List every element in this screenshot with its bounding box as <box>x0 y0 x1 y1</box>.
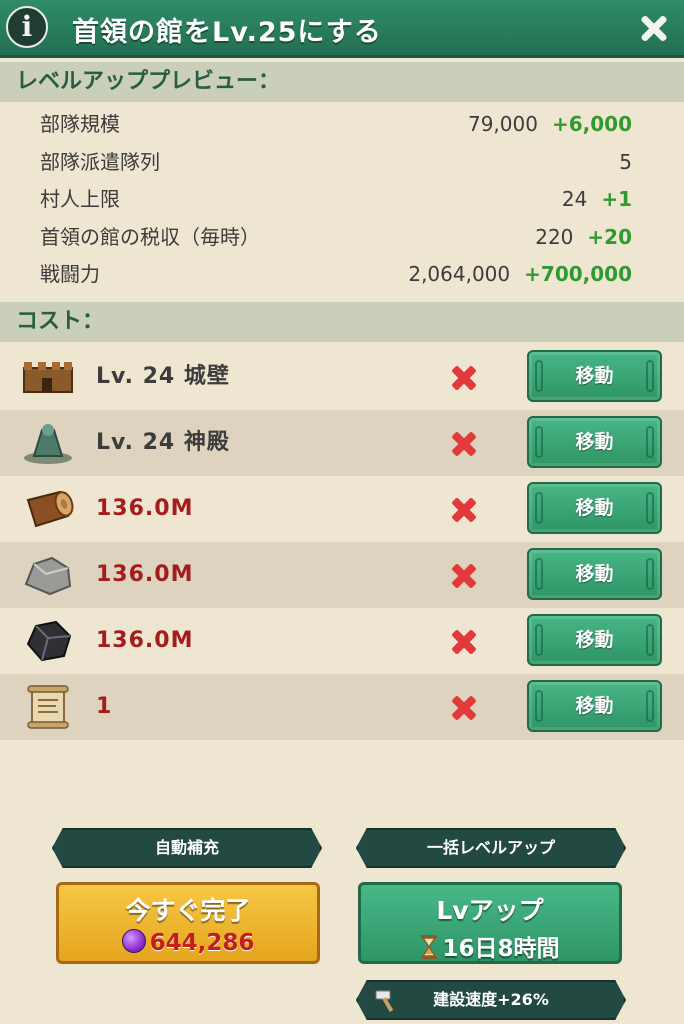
level-up-button[interactable]: Lvアップ 16日8時間 <box>358 882 622 964</box>
preview-stats: 部隊規模 79,000 +6,000 部隊派遣隊列 5 村人上限 24 +1 首領の… <box>0 106 684 294</box>
cost-amount: 136.0M <box>96 496 194 521</box>
cross-icon <box>450 628 478 656</box>
stat-increase: +1 <box>601 187 632 211</box>
stat-value: 5 <box>619 149 632 174</box>
move-button[interactable]: 移動 <box>527 680 662 732</box>
cost-requirement: Lv. 24 城壁 <box>96 364 230 389</box>
gem-cost: 644,286 <box>149 930 255 956</box>
level-up-label: Lvアップ <box>436 896 544 925</box>
auto-refill-button[interactable]: 自動補充 <box>52 828 322 868</box>
build-speed-label: 建設速度+26% <box>433 990 549 1009</box>
stat-value: 2,064,000 <box>408 262 511 286</box>
hourglass-icon <box>421 935 438 959</box>
move-button[interactable]: 移動 <box>527 416 662 468</box>
close-icon[interactable] <box>636 10 672 46</box>
stat-label: 村人上限 <box>40 187 120 211</box>
cross-icon <box>450 364 478 392</box>
instant-complete-button[interactable]: 今すぐ完了 644,286 <box>56 882 320 964</box>
cost-list: Lv. 24 城壁 移動 Lv. 24 神殿 移動 136.0M 移動 136.… <box>0 344 684 740</box>
info-icon[interactable]: i <box>6 6 48 48</box>
stone-icon <box>24 556 72 596</box>
scroll-icon <box>27 685 69 729</box>
iron-ore-icon <box>26 620 72 662</box>
stat-row-tax-income: 首領の館の税収（毎時） 220 +20 <box>0 219 684 257</box>
bulk-level-up-label: 一括レベルアップ <box>426 838 555 857</box>
level-up-duration: 16日8時間 <box>442 936 560 962</box>
cost-amount: 136.0M <box>96 562 194 587</box>
temple-icon <box>24 424 72 464</box>
move-button[interactable]: 移動 <box>527 482 662 534</box>
stat-increase: +6,000 <box>551 112 632 136</box>
build-speed-badge: 建設速度+26% <box>356 980 626 1020</box>
cost-row-temple: Lv. 24 神殿 移動 <box>0 410 684 476</box>
stat-row-troop-size: 部隊規模 79,000 +6,000 <box>0 106 684 144</box>
wall-icon <box>23 362 73 393</box>
stat-increase: +20 <box>587 224 632 249</box>
bulk-level-up-button[interactable]: 一括レベルアップ <box>356 828 626 868</box>
move-button[interactable]: 移動 <box>527 350 662 402</box>
stat-increase: +700,000 <box>524 262 632 286</box>
stat-label: 部隊派遣隊列 <box>40 149 160 174</box>
cost-row-scroll: 1 移動 <box>0 674 684 740</box>
hammer-icon <box>375 990 394 1012</box>
stat-value: 220 <box>535 224 574 249</box>
stat-value: 79,000 <box>467 112 538 136</box>
cost-heading: コスト： <box>0 302 684 342</box>
gem-icon <box>121 929 146 953</box>
stat-label: 部隊規模 <box>40 112 120 136</box>
auto-refill-label: 自動補充 <box>154 838 219 857</box>
stat-row-power: 戦闘力 2,064,000 +700,000 <box>0 256 684 294</box>
cost-row-wood: 136.0M 移動 <box>0 476 684 542</box>
stat-value: 24 <box>561 187 588 211</box>
stat-label: 首領の館の税収（毎時） <box>40 224 260 249</box>
wood-log-icon <box>26 490 74 528</box>
cost-row-stone: 136.0M 移動 <box>0 542 684 608</box>
move-button[interactable]: 移動 <box>527 614 662 666</box>
cross-icon <box>450 694 478 722</box>
dialog-header: i 首領の館をLv.25にする <box>0 0 684 58</box>
move-button[interactable]: 移動 <box>527 548 662 600</box>
cost-row-iron: 136.0M 移動 <box>0 608 684 674</box>
preview-heading: レベルアッププレビュー： <box>0 62 684 102</box>
cost-amount: 136.0M <box>96 628 194 653</box>
stat-label: 戦闘力 <box>40 262 100 286</box>
cost-row-wall: Lv. 24 城壁 移動 <box>0 344 684 410</box>
cross-icon <box>450 496 478 524</box>
dialog-title: 首領の館をLv.25にする <box>72 17 382 48</box>
instant-complete-label: 今すぐ完了 <box>125 896 251 925</box>
stat-row-march-queues: 部隊派遣隊列 5 <box>0 144 684 182</box>
stat-row-villager-cap: 村人上限 24 +1 <box>0 181 684 219</box>
cross-icon <box>450 562 478 590</box>
cross-icon <box>450 430 478 458</box>
cost-amount: 1 <box>96 694 113 719</box>
cost-requirement: Lv. 24 神殿 <box>96 430 230 455</box>
